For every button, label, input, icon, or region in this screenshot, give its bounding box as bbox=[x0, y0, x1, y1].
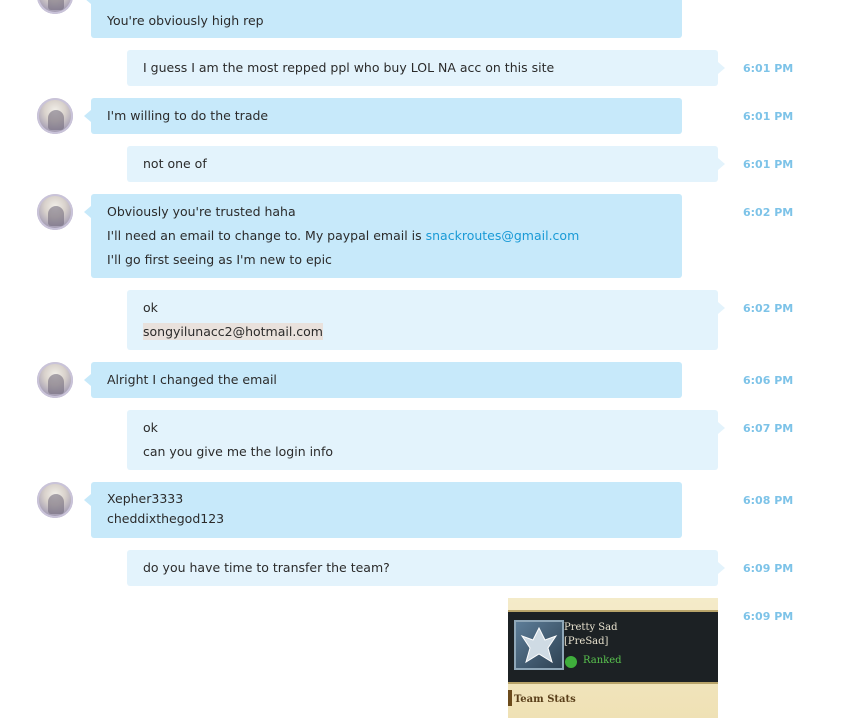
message-bubble-incoming[interactable]: I'm willing to do the trade bbox=[84, 98, 682, 134]
message-text: ok bbox=[143, 420, 158, 435]
message-text: do you have time to transfer the team? bbox=[143, 560, 390, 575]
contact-avatar[interactable] bbox=[37, 0, 73, 14]
message-timestamp: 6:01 PM bbox=[743, 110, 794, 123]
message-text: I'm willing to do the trade bbox=[107, 108, 269, 123]
message-text: songyilunacc2@hotmail.com bbox=[143, 320, 702, 344]
message-bubble-incoming[interactable]: Alright I changed the email bbox=[84, 362, 682, 398]
image-attachment[interactable]: Pretty Sad [PreSad] Ranked Team Stats bbox=[508, 598, 718, 718]
message-text: I guess I am the most repped ppl who buy… bbox=[143, 60, 555, 75]
message-timestamp: 6:01 PM bbox=[743, 158, 794, 171]
message-timestamp: 6:08 PM bbox=[743, 494, 794, 507]
message-text: not one of bbox=[143, 156, 207, 171]
message-text: I'll need an email to change to. My payp… bbox=[107, 224, 666, 248]
message-text: I'll go first seeing as I'm new to epic bbox=[107, 252, 332, 267]
contact-avatar[interactable] bbox=[37, 362, 73, 398]
contact-avatar[interactable] bbox=[37, 482, 73, 518]
team-emblem-icon bbox=[514, 620, 564, 670]
contact-avatar[interactable] bbox=[37, 98, 73, 134]
message-text-part: I'll need an email to change to. My payp… bbox=[107, 228, 426, 243]
message-text: ok bbox=[143, 300, 158, 315]
message-bubble-outgoing[interactable]: I guess I am the most repped ppl who buy… bbox=[127, 50, 725, 86]
message-text: cheddixthegod123 bbox=[107, 511, 225, 526]
message-timestamp: 6:06 PM bbox=[743, 374, 794, 387]
message-bubble-outgoing[interactable]: ok songyilunacc2@hotmail.com bbox=[127, 290, 725, 350]
message-timestamp: 6:09 PM bbox=[743, 610, 794, 623]
message-text: Alright I changed the email bbox=[107, 372, 277, 387]
message-timestamp: 6:02 PM bbox=[743, 302, 794, 315]
message-bubble-outgoing[interactable]: ok can you give me the login info bbox=[127, 410, 725, 470]
message-timestamp: 6:01 PM bbox=[743, 62, 794, 75]
message-timestamp: 6:02 PM bbox=[743, 206, 794, 219]
email-link[interactable]: snackroutes@gmail.com bbox=[426, 228, 580, 243]
section-marker bbox=[508, 690, 512, 706]
message-bubble-incoming[interactable]: Obviously you're trusted haha I'll need … bbox=[84, 194, 682, 278]
message-text: Obviously you're trusted haha bbox=[107, 204, 296, 219]
message-text: You're obviously high rep bbox=[107, 13, 264, 28]
message-bubble-incoming[interactable]: You're obviously high rep bbox=[84, 0, 682, 38]
ranked-icon bbox=[565, 656, 577, 668]
highlighted-email[interactable]: songyilunacc2@hotmail.com bbox=[143, 323, 323, 340]
message-bubble-outgoing[interactable]: do you have time to transfer the team? bbox=[127, 550, 725, 586]
message-timestamp: 6:09 PM bbox=[743, 562, 794, 575]
message-bubble-incoming[interactable]: Xepher3333 cheddixthegod123 bbox=[84, 482, 682, 538]
team-stats-heading: Team Stats bbox=[514, 694, 576, 705]
message-timestamp: 6:07 PM bbox=[743, 422, 794, 435]
message-text: can you give me the login info bbox=[143, 444, 334, 459]
message-bubble-outgoing[interactable]: not one of bbox=[127, 146, 725, 182]
team-tag: [PreSad] bbox=[564, 636, 609, 647]
contact-avatar[interactable] bbox=[37, 194, 73, 230]
team-name: Pretty Sad bbox=[564, 622, 618, 633]
message-text: Xepher3333 bbox=[107, 491, 184, 506]
ranked-badge: Ranked bbox=[583, 655, 622, 666]
